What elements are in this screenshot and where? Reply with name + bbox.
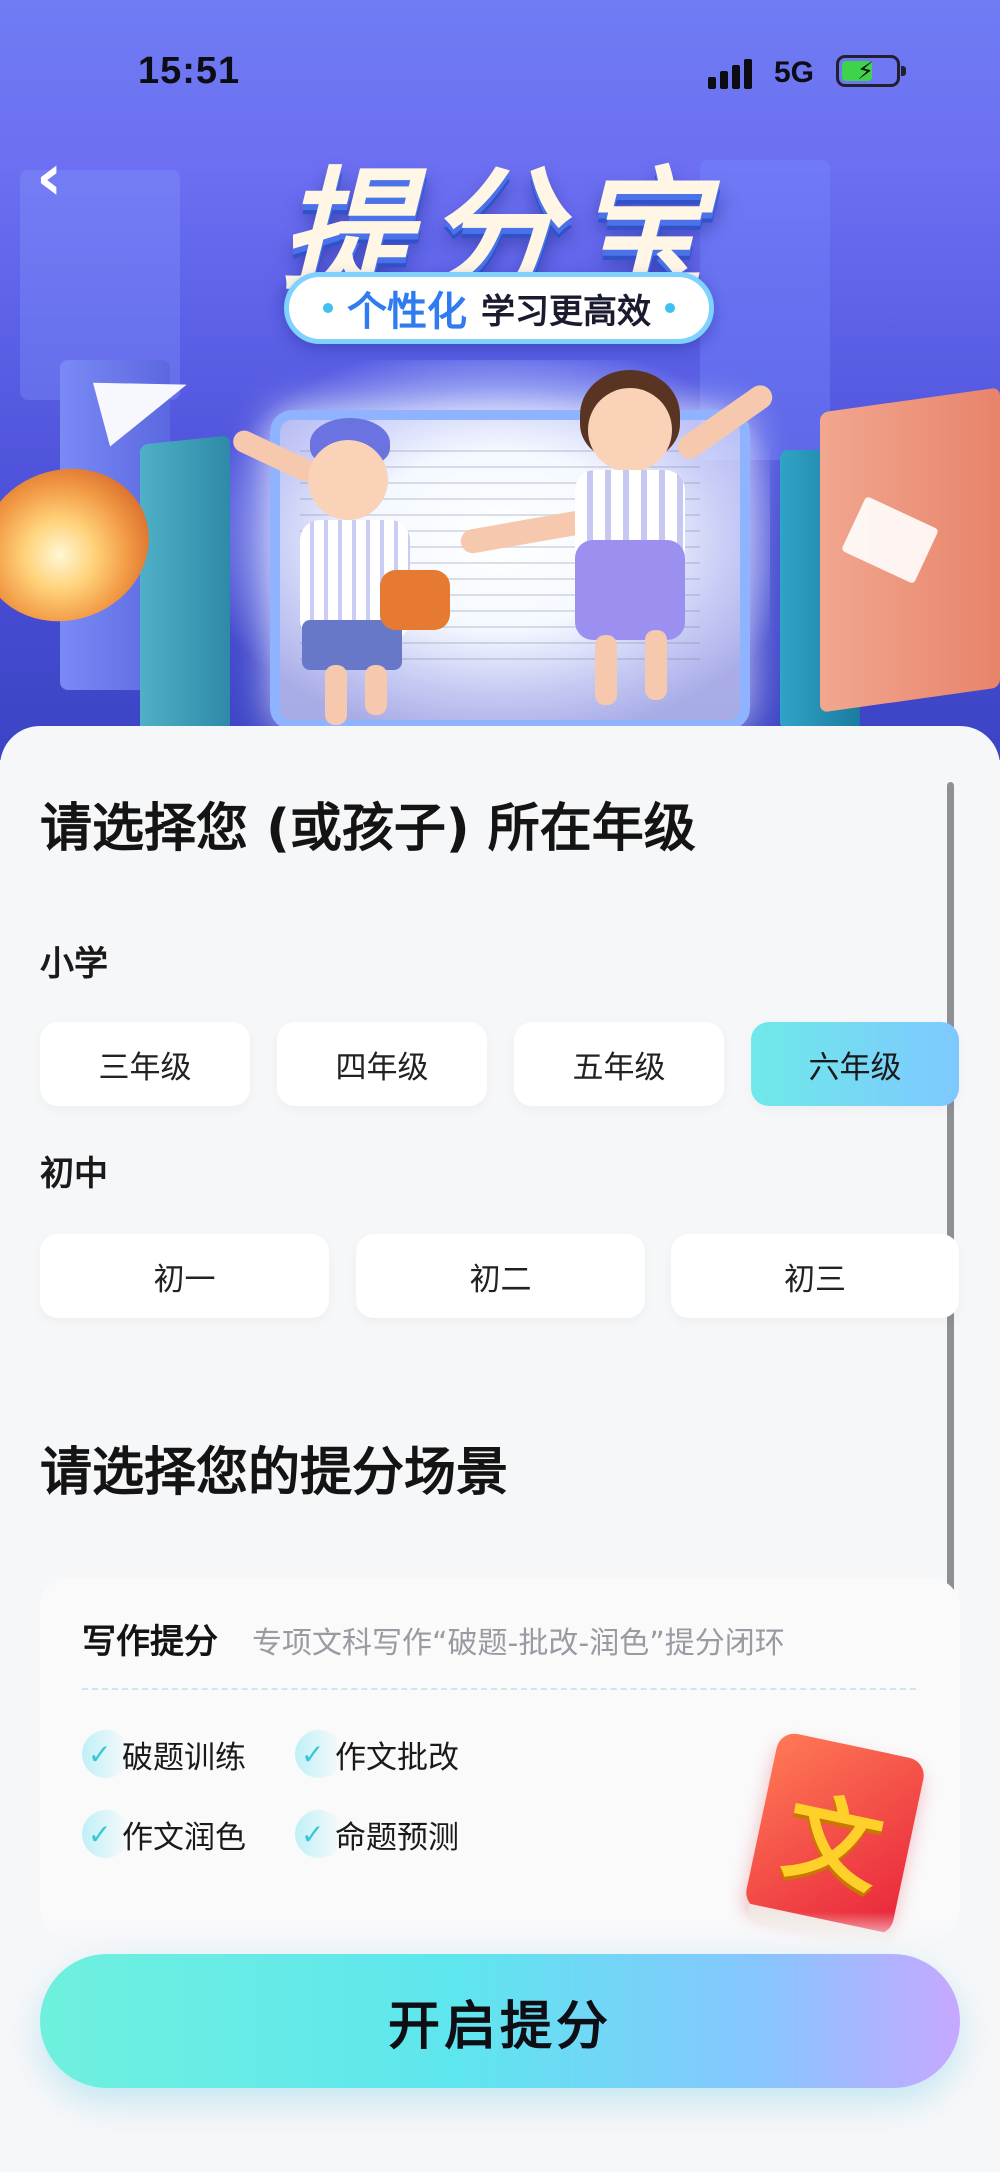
grade-option-6-selected[interactable]: 六年级 xyxy=(751,1022,959,1106)
status-bar: 15:51 5G ⚡ xyxy=(0,0,1000,140)
grade-option-3[interactable]: 三年级 xyxy=(40,1022,250,1106)
scene-tag: ✓ 作文润色 xyxy=(82,1808,246,1860)
middle-school-label: 初中 xyxy=(40,1154,108,1194)
status-time: 15:51 xyxy=(138,50,241,92)
start-button[interactable]: 开启提分 xyxy=(40,1954,960,2088)
grade-heading: 请选择您 (或孩子) 所在年级 xyxy=(40,799,696,859)
book-illustration xyxy=(140,435,230,745)
tagline-badge: 个性化 学习更高效 xyxy=(284,272,714,344)
dot-icon xyxy=(323,303,333,313)
scene-tag-label: 作文批改 xyxy=(335,1739,459,1776)
scene-tag: ✓ 破题训练 xyxy=(82,1728,246,1780)
girl-illustration xyxy=(458,370,780,730)
dot-icon xyxy=(665,303,675,313)
scene-tag: ✓ 命题预测 xyxy=(295,1808,459,1860)
selection-sheet: 请选择您 (或孩子) 所在年级 小学 三年级 四年级 五年级 六年级 初中 初一… xyxy=(0,726,1000,2172)
scene-tag: ✓ 作文批改 xyxy=(295,1728,459,1780)
signal-icon xyxy=(708,55,760,89)
book-glyph: 文 xyxy=(774,1779,892,1909)
scene-heading: 请选择您的提分场景 xyxy=(40,1443,509,1503)
grade-option-junior-1[interactable]: 初一 xyxy=(40,1234,329,1318)
grade-option-5[interactable]: 五年级 xyxy=(514,1022,724,1106)
network-label: 5G xyxy=(774,56,815,89)
boy-illustration xyxy=(229,410,450,730)
divider xyxy=(82,1688,916,1690)
tagline-text: 学习更高效 xyxy=(481,291,651,332)
scene-tag-label: 作文润色 xyxy=(122,1819,246,1856)
primary-school-label: 小学 xyxy=(40,944,108,984)
grade-option-junior-3[interactable]: 初三 xyxy=(671,1234,959,1318)
grade-option-junior-2[interactable]: 初二 xyxy=(356,1234,645,1318)
back-icon[interactable]: ‹ xyxy=(36,146,80,210)
scene-tag-label: 破题训练 xyxy=(122,1739,246,1776)
battery-icon: ⚡ xyxy=(836,55,906,87)
scene-card-description: 专项文科写作“破题-批改-润色”提分闭环 xyxy=(252,1626,785,1661)
scene-tag-label: 命题预测 xyxy=(335,1819,459,1856)
grade-option-4[interactable]: 四年级 xyxy=(277,1022,487,1106)
scene-card-title: 写作提分 xyxy=(82,1622,218,1662)
scene-card-writing[interactable]: 写作提分 专项文科写作“破题-批改-润色”提分闭环 ✓ 破题训练 ✓ 作文批改 … xyxy=(40,1578,960,1949)
tagline-highlight: 个性化 xyxy=(347,289,467,335)
book-icon: 文 xyxy=(742,1730,928,1949)
